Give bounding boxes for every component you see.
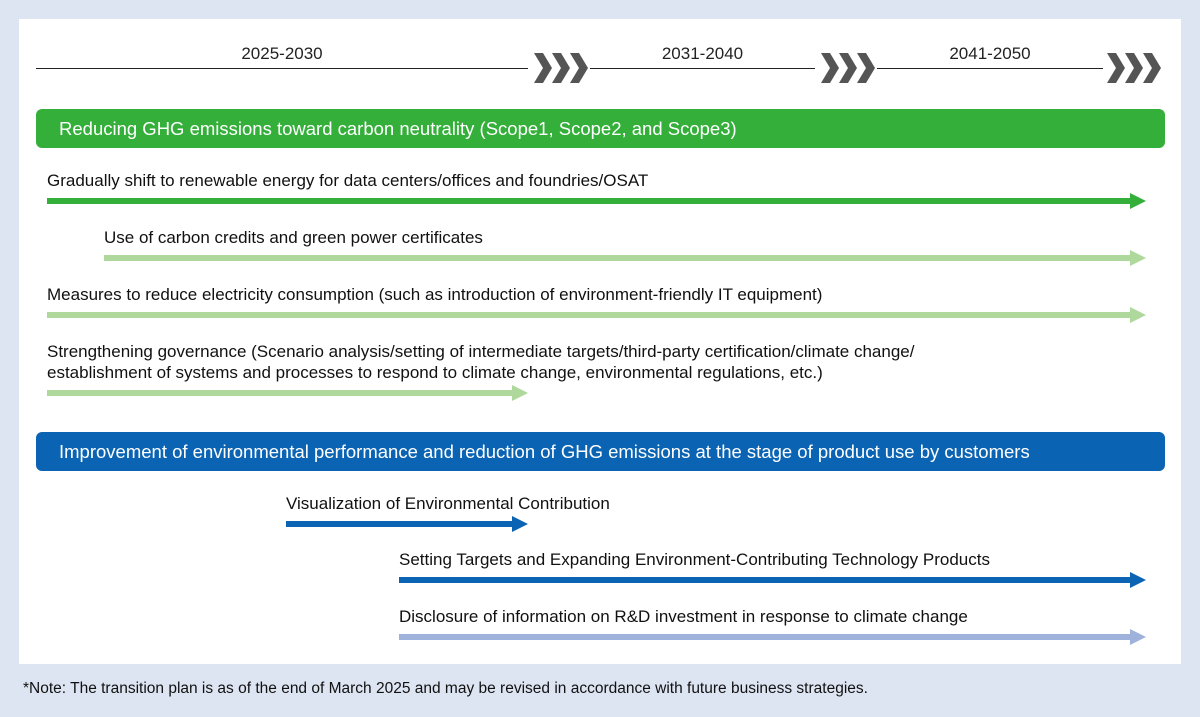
period-2025-2030: 2025-2030 — [241, 44, 323, 63]
item-label-carbon-credits: Use of carbon credits and green power ce… — [104, 228, 483, 247]
item-arrow-carbon-credits — [104, 250, 1146, 266]
period-2041-2050: 2041-2050 — [949, 44, 1031, 63]
timeline-line-1 — [36, 68, 528, 69]
item-arrow-electricity-reduction — [47, 307, 1146, 323]
item-label-electricity-reduction: Measures to reduce electricity consumpti… — [47, 285, 823, 304]
item-arrow-visualization — [286, 516, 528, 532]
period-2031-2040: 2031-2040 — [661, 44, 744, 63]
section-banner-carbon-neutrality: Reducing GHG emissions toward carbon neu… — [36, 109, 1165, 148]
footnote: *Note: The transition plan is as of the … — [23, 680, 868, 697]
item-arrow-rd-disclosure — [399, 629, 1146, 645]
chevron-arrows-icon — [821, 53, 875, 83]
item-label-rd-disclosure: Disclosure of information on R&D investm… — [399, 607, 968, 626]
chevron-arrows-icon — [534, 53, 588, 83]
item-arrow-setting-targets — [399, 572, 1146, 588]
timeline-line-3 — [877, 68, 1103, 69]
item-label-visualization: Visualization of Environmental Contribut… — [286, 494, 610, 513]
item-arrow-governance — [47, 385, 528, 401]
item-label-governance-line2: establishment of systems and processes t… — [47, 363, 823, 382]
item-label-governance-line1: Strengthening governance (Scenario analy… — [47, 342, 915, 361]
section-banner-product-use: Improvement of environmental performance… — [36, 432, 1165, 471]
item-arrow-renewable-energy — [47, 193, 1146, 209]
timeline-line-2 — [590, 68, 815, 69]
item-label-setting-targets: Setting Targets and Expanding Environmen… — [399, 550, 990, 569]
chevron-arrows-icon — [1107, 53, 1161, 83]
item-label-renewable-energy: Gradually shift to renewable energy for … — [47, 171, 649, 190]
